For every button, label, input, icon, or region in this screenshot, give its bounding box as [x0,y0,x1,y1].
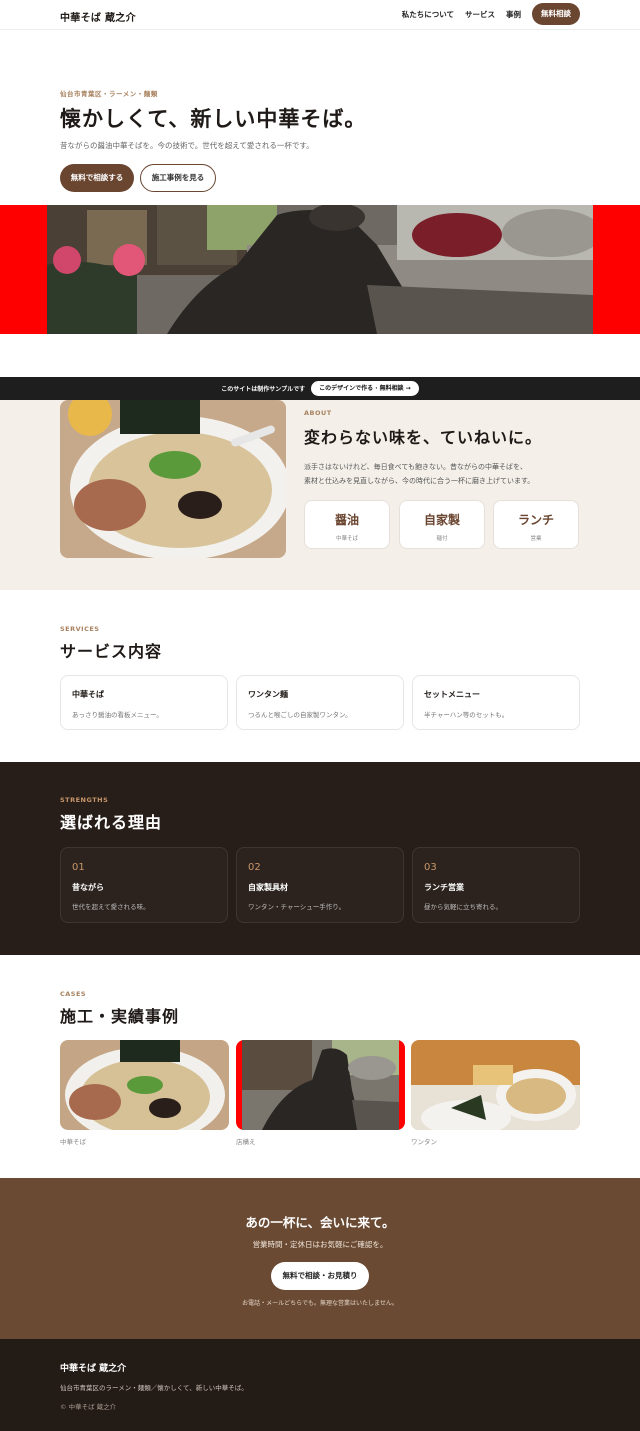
strength-number: 03 [424,862,437,873]
strength-desc: 昼から気軽に立ち寄れる。 [424,903,502,911]
case-photo-wonton [411,1040,580,1130]
about-image [60,400,286,558]
main-nav: 私たちについて サービス 事例 無料相談 [391,3,580,25]
banner-text: このサイトは制作サンプルです [221,386,306,393]
service-card[interactable]: 中華そば あっさり醤油の看板メニュー。 [60,675,228,730]
feature-title: 自家製 [423,513,460,527]
site-header: 中華そば 蔵之介 私たちについて サービス 事例 無料相談 [0,0,640,30]
nav-about[interactable]: 私たちについて [402,9,454,20]
case-card[interactable] [60,1040,229,1130]
service-title: ワンタン麺 [248,690,288,699]
strength-number: 02 [248,862,261,873]
strength-title: 昔ながら [72,883,104,892]
strength-desc: 世代を超えて愛される味。 [72,903,150,911]
about-text-line: 派手さはないけれど、毎日食べても飽きない。昔ながらの中華そばを、 [304,463,528,471]
strengths-title: 選ばれる理由 [60,813,163,832]
about-text-line: 素材と仕込みを見直しながら、今の時代に合う一杯に磨き上げています。 [304,477,535,485]
about-title: 変わらない味を、ていねいに。 [304,428,543,447]
cta-subtitle: 営業時間・定休日はお気軽にご確認を。 [252,1240,388,1249]
case-caption: ワンタン [411,1138,437,1146]
case-card[interactable] [236,1040,405,1130]
hero-photo-street-statue [47,205,593,334]
case-card[interactable] [411,1040,580,1130]
hero-title: 懐かしくて、新しい中華そば。 [60,107,367,131]
cases-title: 施工・実績事例 [60,1007,180,1026]
case-photo-ramen [60,1040,229,1130]
case-photo-storefront [242,1040,399,1130]
nav-services[interactable]: サービス [465,9,495,20]
case-caption: 店構え [236,1138,256,1146]
service-title: 中華そば [72,690,104,699]
footer-description: 仙台市青葉区のラーメン・麺類／懐かしくて、新しい中華そば。 [60,1384,248,1392]
hero-cases-button[interactable]: 施工事例を見る [140,164,216,192]
service-desc: あっさり醤油の看板メニュー。 [72,711,163,719]
hero-image [0,205,640,334]
service-card[interactable]: ワンタン麺 つるんと喉ごしの自家製ワンタン。 [236,675,404,730]
brand-logo[interactable]: 中華そば 蔵之介 [60,9,136,24]
strength-card: 01 昔ながら 世代を超えて愛される味。 [60,847,228,923]
hero-subtitle: 昔ながらの醤油中華そばを。今の技術で。世代を超えて愛される一杯です。 [60,141,314,150]
service-desc: つるんと喉ごしの自家製ワンタン。 [248,711,352,719]
feature-card: 自家製 麺付 [399,500,485,549]
service-desc: 半チャーハン等のセットも。 [424,711,509,719]
service-title: セットメニュー [424,690,480,699]
strength-card: 03 ランチ営業 昼から気軽に立ち寄れる。 [412,847,580,923]
footer-brand: 中華そば 蔵之介 [60,1364,127,1374]
case-caption: 中華そば [60,1138,86,1146]
site-footer: 中華そば 蔵之介 仙台市青葉区のラーメン・麺類／懐かしくて、新しい中華そば。 ©… [0,1339,640,1431]
nav-cases[interactable]: 事例 [506,9,521,20]
feature-card: 醤油 中華そば [304,500,390,549]
feature-title: 醤油 [334,513,359,527]
about-section: ABOUT 変わらない味を、ていねいに。 派手さはないけれど、毎日食べても飽きな… [0,400,640,590]
feature-sub: 中華そば [335,536,358,542]
ramen-photo [60,400,286,558]
sample-banner: このサイトは制作サンプルです このデザインで作る · 無料相談 → [0,377,640,400]
cta-title: あの一杯に、会いに来て。 [245,1215,395,1230]
strength-number: 01 [72,862,85,873]
banner-cta-button[interactable]: このデザインで作る · 無料相談 → [311,381,419,396]
cases-eyebrow: CASES [60,990,87,998]
strength-title: 自家製具材 [248,883,288,892]
strengths-section: STRENGTHS 選ばれる理由 01 昔ながら 世代を超えて愛される味。 02… [0,762,640,955]
feature-title: ランチ [517,513,554,527]
cta-estimate-button[interactable]: 無料で相談・お見積り [271,1262,369,1290]
cta-note: お電話・メールどちらでも。無理な営業はいたしません。 [242,1300,398,1307]
feature-sub: 麺付 [436,536,448,542]
feature-sub: 営業 [530,536,542,542]
strengths-eyebrow: STRENGTHS [60,796,109,804]
about-text: 派手さはないけれど、毎日食べても飽きない。昔ながらの中華そばを、 素材と仕込みを… [304,460,534,488]
hero-eyebrow: 仙台市青葉区・ラーメン・麺類 [60,90,158,98]
hero-consult-button[interactable]: 無料で相談する [60,164,134,192]
strength-desc: ワンタン・チャーシュー手作り。 [248,903,346,911]
header-cta-button[interactable]: 無料相談 [532,3,580,25]
about-eyebrow: ABOUT [304,409,332,417]
strength-card: 02 自家製具材 ワンタン・チャーシュー手作り。 [236,847,404,923]
strength-title: ランチ営業 [424,883,464,892]
service-card[interactable]: セットメニュー 半チャーハン等のセットも。 [412,675,580,730]
services-eyebrow: SERVICES [60,625,100,633]
footer-copyright: © 中華そば 蔵之介 [60,1403,117,1411]
services-title: サービス内容 [60,642,163,661]
feature-card: ランチ 営業 [493,500,579,549]
cta-section: あの一杯に、会いに来て。 営業時間・定休日はお気軽にご確認を。 無料で相談・お見… [0,1178,640,1339]
